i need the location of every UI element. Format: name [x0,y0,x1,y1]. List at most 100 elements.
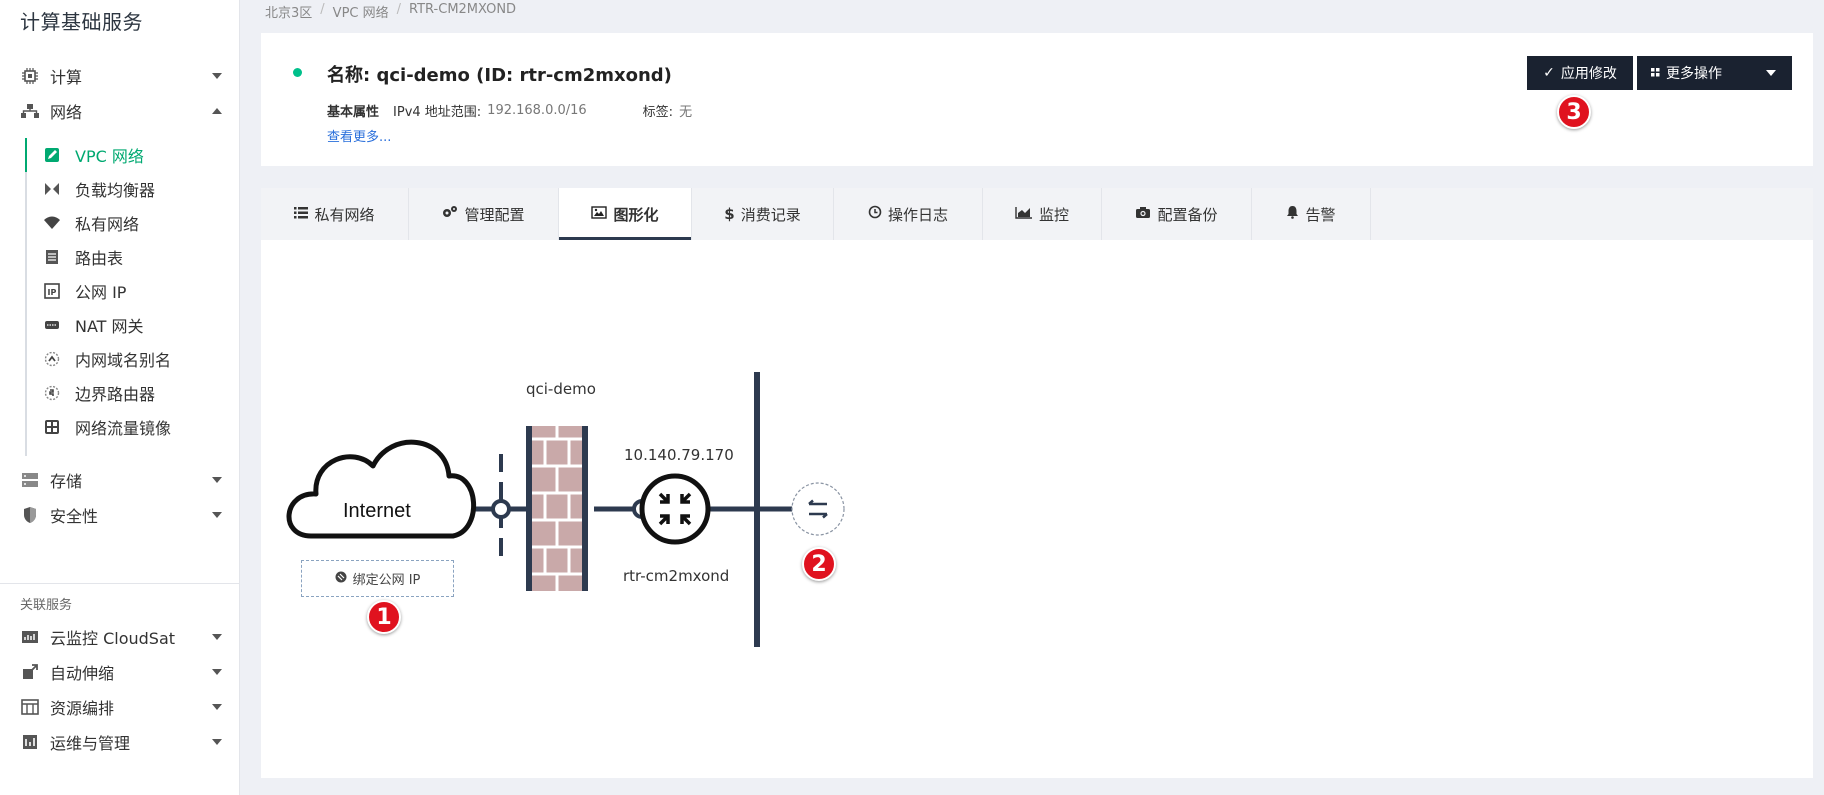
chevron-down-icon [212,477,222,483]
image-icon [591,205,608,223]
route-table-icon [43,248,61,266]
storage-icon [20,470,40,490]
sidebar: 计算基础服务 计算 网络 VPC 网络 负载均衡器 私有网络 路由表 IP 公网… [0,0,240,795]
nav-group-label: 安全性 [50,507,99,526]
border-router-icon [43,384,61,402]
wifi-icon [43,214,61,232]
nav-group-label: 计算 [50,68,83,87]
router-icon [639,473,711,545]
nav-related-orchestration[interactable]: 资源编排 [0,690,240,724]
status-indicator [293,68,302,77]
breadcrumb: 北京3区 / VPC 网络 / RTR-CM2MXOND [265,2,516,21]
chevron-down-icon [212,73,222,79]
sidebar-item-label: NAT 网关 [75,317,144,336]
view-more-link[interactable]: 查看更多... [327,126,391,145]
link-icon [335,571,347,587]
sidebar-item-traffic-mirror[interactable]: 网络流量镜像 [25,410,240,444]
resource-name: 名称: qci-demo (ID: rtr-cm2mxond) [327,65,672,86]
nav-related-monitor[interactable]: 云监控 CloudSat [0,620,240,654]
tab-config-backup[interactable]: 配置备份 [1102,188,1252,240]
tab-private-network[interactable]: 私有网络 [261,188,409,240]
monitor-icon [20,627,40,647]
breadcrumb-item[interactable]: VPC 网络 [333,2,389,21]
tab-label: 告警 [1305,205,1336,224]
resource-attributes: 基本属性 IPv4 地址范围: 192.168.0.0/16 标签: 无 [327,101,692,120]
tab-monitoring[interactable]: 监控 [983,188,1102,240]
tab-bar: 私有网络 管理配置 图形化 $ 消费记录 操作日志 监控 配置备份 告警 [261,188,1813,240]
svg-text:IP: IP [48,288,57,297]
firewall-icon [526,426,588,591]
dollar-icon: $ [724,205,735,223]
nav-group-label: 资源编排 [50,699,115,718]
tab-label: 监控 [1038,205,1069,224]
nav-group-network[interactable]: 网络 [0,94,240,128]
related-services-title: 关联服务 [20,598,73,613]
callout-badge-3: 3 [1557,95,1591,129]
load-balancer-icon [43,180,61,198]
dropdown-toggle[interactable] [1750,56,1792,90]
vpc-icon [43,146,61,164]
sidebar-item-label: 路由表 [75,249,124,268]
nav-group-security[interactable]: 安全性 [0,498,240,532]
sidebar-item-label: 内网域名别名 [75,351,172,370]
network-icon [20,101,40,121]
sidebar-item-dns-alias[interactable]: 内网域名别名 [25,342,240,376]
apply-changes-button[interactable]: ✓ 应用修改 [1527,56,1633,90]
chevron-down-icon [212,634,222,640]
list-icon [294,205,309,223]
sidebar-item-route-table[interactable]: 路由表 [25,240,240,274]
tab-graphical[interactable]: 图形化 [559,188,692,240]
sidebar-item-label: 负载均衡器 [75,181,156,200]
sidebar-item-border-router[interactable]: 边界路由器 [25,376,240,410]
sidebar-item-load-balancer[interactable]: 负载均衡器 [25,172,240,206]
nav-group-label: 自动伸缩 [50,664,115,683]
public-ip-icon: IP [43,282,61,300]
router-ip-label: 10.140.79.170 [624,446,734,464]
tab-label: 私有网络 [314,205,375,224]
breadcrumb-separator: / [396,2,402,17]
nav-group-label: 存储 [50,472,83,491]
camera-icon [1135,205,1151,223]
grid-icon [1651,65,1660,81]
sidebar-item-vpc[interactable]: VPC 网络 [25,138,240,172]
nav-group-label: 运维与管理 [50,734,131,753]
nav-related-ops[interactable]: 运维与管理 [0,725,240,759]
chevron-down-icon [212,512,222,518]
nav-group-compute[interactable]: 计算 [0,59,240,93]
breadcrumb-separator: / [320,2,325,17]
tab-alerts[interactable]: 告警 [1252,188,1371,240]
cogs-icon [442,205,458,223]
sidebar-item-public-ip[interactable]: IP 公网 IP [25,274,240,308]
topology-panel: Internet qci-demo 10.140.79.170 rtr-cm2m… [261,240,1813,778]
more-actions-label: 更多操作 [1666,66,1722,82]
ops-icon [20,732,40,752]
nav-related-autoscale[interactable]: 自动伸缩 [0,655,240,689]
nat-gateway-icon [43,316,61,334]
orchestration-icon [20,697,40,717]
switch-arrows-icon [791,482,845,536]
bind-public-ip-label: 绑定公网 IP [352,573,421,588]
port-circle [491,499,511,519]
chevron-up-icon [212,108,222,114]
dns-alias-icon [43,350,61,368]
nav-group-storage[interactable]: 存储 [0,463,240,497]
tab-management-config[interactable]: 管理配置 [409,188,559,240]
sidebar-item-label: 公网 IP [75,283,127,302]
tab-label: 消费记录 [740,205,801,224]
check-icon: ✓ [1543,65,1555,81]
tab-label: 图形化 [613,205,659,224]
ipv4-value: 192.168.0.0/16 [487,103,587,118]
callout-badge-1: 1 [367,600,401,634]
tab-billing-records[interactable]: $ 消费记录 [692,188,834,240]
more-actions-button[interactable]: 更多操作 [1637,56,1792,90]
breadcrumb-item[interactable]: 北京3区 [265,2,312,21]
sidebar-item-nat-gateway[interactable]: NAT 网关 [25,308,240,342]
tab-operation-log[interactable]: 操作日志 [834,188,983,240]
bind-public-ip-button[interactable]: 绑定公网 IP [301,560,454,597]
nav-group-label: 网络 [50,103,83,122]
sidebar-item-label: 网络流量镜像 [75,419,172,438]
chevron-down-icon [212,739,222,745]
sidebar-item-private-network[interactable]: 私有网络 [25,206,240,240]
callout-badge-2: 2 [802,547,836,581]
tab-label: 操作日志 [887,205,948,224]
